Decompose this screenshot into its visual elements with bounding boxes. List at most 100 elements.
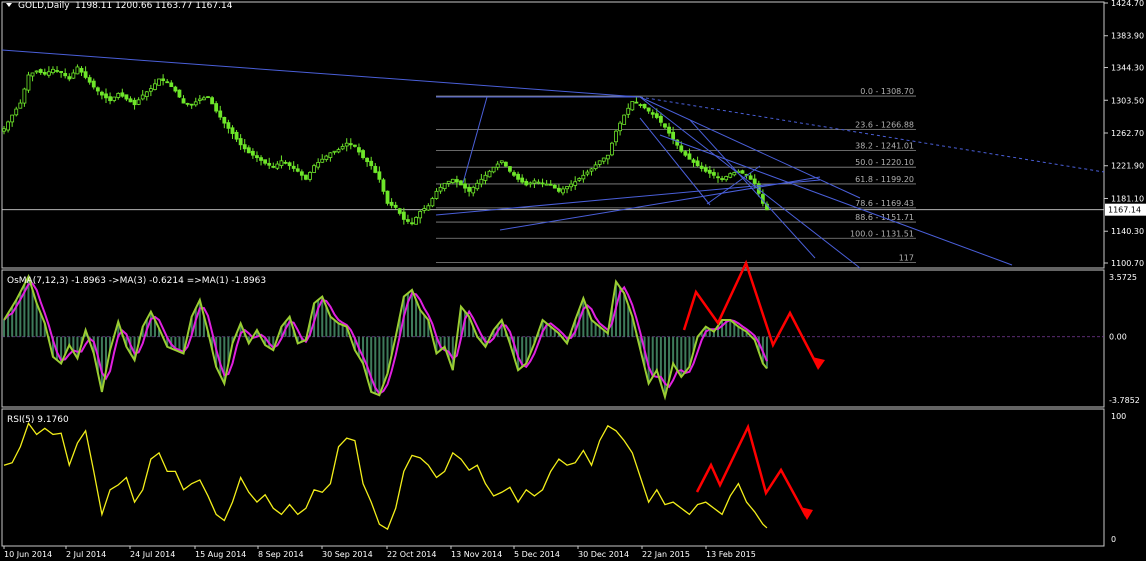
candle-body — [520, 177, 525, 183]
candle-body — [91, 80, 96, 88]
fib-level-label: 100.0 - 1131.51 — [850, 229, 914, 238]
symbol-label: GOLD,Daily — [18, 1, 70, 11]
candle-body — [687, 153, 692, 160]
candle-body — [463, 183, 467, 189]
candle-body — [104, 93, 108, 99]
candle-body — [173, 86, 178, 92]
candle-body — [622, 114, 627, 125]
date-tick-label: 30 Dec 2014 — [578, 550, 629, 559]
candle-body — [454, 179, 459, 183]
candle-body — [55, 70, 59, 72]
osma-histogram-bar — [423, 314, 426, 337]
candle-body — [716, 176, 720, 179]
candle-body — [250, 150, 255, 156]
candle-body — [524, 180, 529, 186]
osma-histogram-bar — [676, 336, 679, 371]
candle-body — [267, 162, 272, 166]
date-tick-label: 13 Nov 2014 — [451, 550, 502, 559]
candle-body — [230, 127, 235, 134]
candle-body — [508, 166, 512, 172]
price-tick-label: 1344.30 — [1111, 64, 1144, 73]
candle-body — [42, 72, 47, 75]
candle-body — [214, 103, 219, 112]
rsi-tick-label: 0 — [1111, 535, 1116, 544]
candle-body — [442, 182, 447, 190]
candle-body — [283, 161, 288, 164]
osma-histogram-bar — [684, 336, 687, 372]
candle-body — [361, 150, 365, 159]
candle-body — [630, 101, 635, 111]
candle-body — [720, 178, 724, 180]
candle-body — [222, 116, 227, 124]
candle-body — [120, 92, 125, 97]
candle-body — [30, 72, 35, 77]
fib-level-label: 23.6 - 1266.88 — [855, 121, 914, 130]
candle-body — [100, 91, 104, 96]
osma-histogram-bar — [219, 336, 222, 376]
candle-body — [365, 157, 370, 163]
osma-indicator-label: OsMA(7,12,3) -1.8963 ->MA(3) -0.6214 =>M… — [7, 276, 266, 286]
candle-body — [663, 123, 667, 128]
fib-level-label: 61.8 - 1199.20 — [855, 175, 914, 184]
fib-level-label: 0.0 - 1308.70 — [860, 87, 914, 96]
candle-body — [712, 172, 716, 176]
ohlc-readout: 1198.11 1200.66 1163.77 1167.14 — [75, 1, 233, 11]
candle-body — [479, 178, 484, 185]
candle-body — [332, 150, 337, 153]
candle-body — [695, 160, 700, 167]
candle-body — [10, 114, 15, 123]
candle-body — [46, 71, 51, 76]
candle-body — [516, 173, 520, 180]
osma-histogram-bar — [582, 298, 585, 337]
candle-body — [132, 99, 137, 106]
date-tick-label: 5 Dec 2014 — [514, 550, 560, 559]
osma-histogram-bar — [329, 316, 332, 337]
price-tick-label: 1424.70 — [1111, 0, 1144, 8]
osma-histogram-bar — [31, 289, 34, 337]
candle-body — [614, 130, 618, 143]
candle-body — [291, 165, 296, 169]
candle-body — [671, 131, 676, 140]
candle-body — [38, 69, 43, 73]
candle-body — [95, 87, 100, 92]
candle-body — [610, 142, 614, 156]
rsi-tick-label: 100 — [1111, 412, 1126, 421]
candle-body — [140, 94, 145, 100]
candle-body — [638, 104, 643, 106]
candle-body — [650, 112, 655, 115]
price-tick-label: 1221.90 — [1111, 162, 1144, 171]
candle-body — [487, 170, 492, 178]
candle-body — [153, 83, 157, 90]
candle-body — [418, 211, 423, 219]
candle-body — [581, 174, 586, 180]
candle-body — [389, 201, 394, 206]
candle-body — [116, 93, 121, 98]
osma-histogram-bar — [419, 309, 422, 337]
price-tick-label: 1181.10 — [1111, 194, 1144, 203]
candle-body — [112, 96, 117, 101]
osma-histogram-bar — [3, 320, 5, 337]
candle-body — [197, 98, 202, 101]
candle-body — [499, 160, 504, 164]
candle-body — [75, 66, 80, 75]
candle-body — [532, 180, 537, 184]
candle-body — [475, 182, 480, 190]
candle-body — [683, 151, 688, 156]
candle-body — [18, 102, 23, 109]
osma-histogram-bar — [663, 336, 666, 397]
candle-body — [271, 165, 276, 168]
candle-body — [410, 222, 414, 225]
candle-body — [626, 107, 631, 115]
candle-body — [242, 144, 247, 150]
candle-body — [316, 162, 321, 168]
candle-body — [328, 152, 333, 158]
date-tick-label: 8 Sep 2014 — [258, 550, 304, 559]
trading-chart: 0.0 - 1308.70 23.6 - 1266.88 38.2 - 1241.0… — [0, 0, 1146, 561]
candle-body — [385, 190, 390, 204]
candle-body — [438, 186, 443, 192]
candle-body — [528, 182, 533, 185]
candle-body — [295, 168, 300, 172]
osma-histogram-bar — [733, 323, 736, 337]
fib-level-label: 38.2 - 1241.01 — [855, 141, 914, 150]
candle-body — [136, 99, 141, 105]
